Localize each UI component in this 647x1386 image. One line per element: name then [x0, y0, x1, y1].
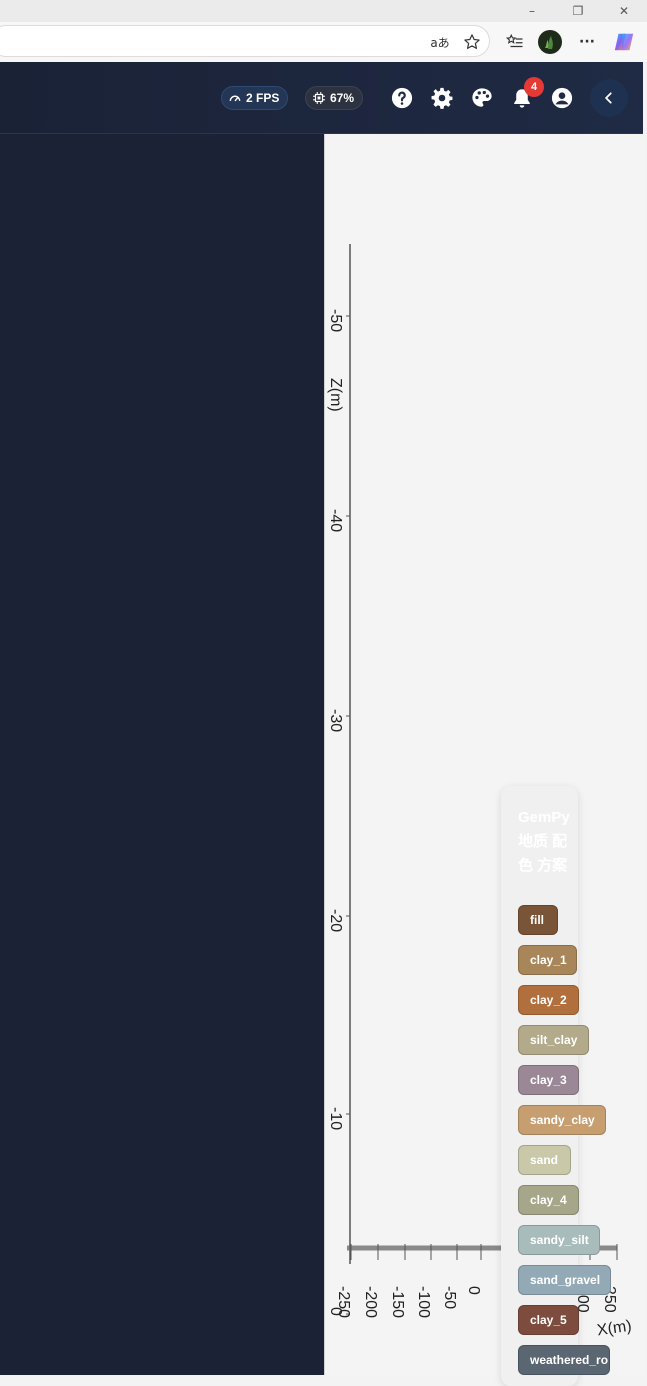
- restore-button[interactable]: ❐: [555, 0, 601, 22]
- z-axis-label: Z(m): [327, 378, 344, 412]
- z-axis-ticks: -50-40-30-20-100: [327, 309, 350, 1316]
- speedometer-icon: [229, 95, 241, 102]
- z-tick-label: -20: [327, 909, 344, 932]
- gear-icon[interactable]: [430, 86, 454, 110]
- legend-chip-silt-clay[interactable]: silt_clay: [518, 1025, 589, 1055]
- x-tick-label: -200: [362, 1286, 379, 1318]
- fps-value: 2 FPS: [246, 91, 280, 105]
- legend-chip-sand-gravel[interactable]: sand_gravel: [518, 1265, 611, 1295]
- close-button[interactable]: ✕: [601, 0, 647, 22]
- legend-chip-fill[interactable]: fill: [518, 905, 558, 935]
- x-tick-label: -100: [415, 1286, 432, 1318]
- profile-avatar-icon[interactable]: [538, 30, 562, 54]
- more-menu-button[interactable]: ···: [575, 30, 599, 54]
- cpu-value: 67%: [330, 91, 355, 105]
- favorites-list-icon[interactable]: [503, 30, 527, 54]
- legend-chip-clay-3[interactable]: clay_3: [518, 1065, 579, 1095]
- cpu-indicator: 67%: [305, 86, 364, 110]
- address-bar[interactable]: [0, 25, 490, 57]
- help-icon[interactable]: [390, 86, 414, 110]
- minimize-button[interactable]: –: [509, 0, 555, 22]
- x-tick-label: -250: [335, 1286, 352, 1318]
- notification-count-badge: 4: [524, 77, 544, 97]
- browser-toolbar: aあ ···: [0, 22, 647, 62]
- cpu-icon: [313, 92, 325, 104]
- legend-chip-clay-2[interactable]: clay_2: [518, 985, 579, 1015]
- translate-icon[interactable]: aあ: [428, 30, 452, 54]
- legend-chip-clay-5[interactable]: clay_5: [518, 1305, 579, 1335]
- x-tick-label: -50: [441, 1286, 458, 1309]
- legend-chip-weathered-ro[interactable]: weathered_ro: [518, 1345, 610, 1375]
- z-tick-label: -30: [327, 709, 344, 732]
- star-icon[interactable]: [460, 30, 484, 54]
- copilot-icon[interactable]: [612, 30, 636, 54]
- z-tick-label: -10: [327, 1107, 344, 1130]
- legend-title: GemPy 地质 配色 方案: [518, 809, 570, 874]
- axes-overlay: -50-40-30-20-100 Z(m) -250 -200 -150 -100 -5…: [327, 244, 633, 1340]
- legend-chip-sandy-silt[interactable]: sandy_silt: [518, 1225, 600, 1255]
- palette-icon[interactable]: [470, 86, 494, 110]
- legend-chip-clay-1[interactable]: clay_1: [518, 945, 577, 975]
- account-icon[interactable]: [550, 86, 574, 110]
- chevron-left-icon: [605, 92, 612, 104]
- x-tick-label: 0: [465, 1286, 482, 1295]
- x-axis-label: X(m): [596, 1318, 633, 1340]
- 3d-viewport[interactable]: -50 -40 -30 -20 -10 0 Z(m) -250 -200 -150 -100 -5…: [324, 134, 643, 1375]
- left-panel: [0, 134, 324, 1375]
- x-tick-label: -150: [389, 1286, 406, 1318]
- app-header: 2 FPS 67% 4: [0, 62, 643, 134]
- fps-indicator: 2 FPS: [221, 86, 289, 110]
- legend-chip-sandy-clay[interactable]: sandy_clay: [518, 1105, 606, 1135]
- z-tick-label: -50: [327, 309, 344, 332]
- legend-chip-sand[interactable]: sand: [518, 1145, 571, 1175]
- collapse-panel-button[interactable]: [590, 79, 628, 117]
- z-tick-label: -40: [327, 509, 344, 532]
- legend-chip-clay-4[interactable]: clay_4: [518, 1185, 579, 1215]
- browser-titlebar: – ❐ ✕: [0, 0, 647, 22]
